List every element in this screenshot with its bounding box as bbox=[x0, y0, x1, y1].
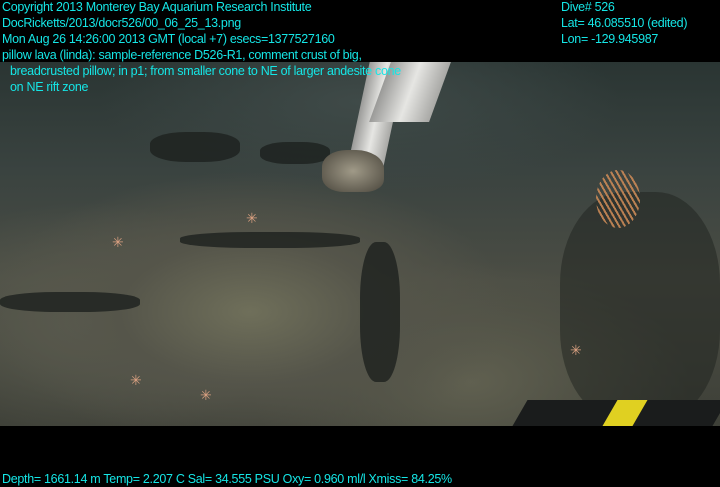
brittle-star: ✳ bbox=[200, 387, 212, 403]
sensor-readout: Depth= 1661.14 m Temp= 2.207 C Sal= 34.5… bbox=[2, 472, 452, 486]
comment-line-3: on NE rift zone bbox=[10, 80, 89, 94]
comment-line-2: breadcrusted pillow; in p1; from smaller… bbox=[10, 64, 401, 78]
file-path: DocRicketts/2013/docr526/00_06_25_13.png bbox=[2, 16, 241, 30]
lava-crack bbox=[150, 132, 240, 162]
brittle-star: ✳ bbox=[130, 372, 142, 388]
longitude: Lon= -129.945987 bbox=[561, 32, 659, 46]
brittle-star: ✳ bbox=[570, 342, 582, 358]
brittle-star: ✳ bbox=[246, 210, 258, 226]
latitude: Lat= 46.085510 (edited) bbox=[561, 16, 688, 30]
copyright-text: Copyright 2013 Monterey Bay Aquarium Res… bbox=[2, 0, 312, 14]
lava-crack bbox=[560, 192, 720, 422]
lava-sample bbox=[322, 150, 384, 192]
seafloor-video-frame: ✳ ✳ ✳ ✳ ✳ bbox=[0, 62, 720, 426]
brittle-star: ✳ bbox=[112, 234, 124, 250]
comment-line-1: pillow lava (linda): sample-reference D5… bbox=[2, 48, 362, 62]
lava-crack bbox=[260, 142, 330, 164]
lava-crack bbox=[360, 242, 400, 382]
dive-number: Dive# 526 bbox=[561, 0, 615, 14]
lava-crack bbox=[180, 232, 360, 248]
lava-crack bbox=[0, 292, 140, 312]
datetime: Mon Aug 26 14:26:00 2013 GMT (local +7) … bbox=[2, 32, 335, 46]
sample-tray bbox=[512, 400, 720, 426]
coral bbox=[596, 170, 640, 228]
